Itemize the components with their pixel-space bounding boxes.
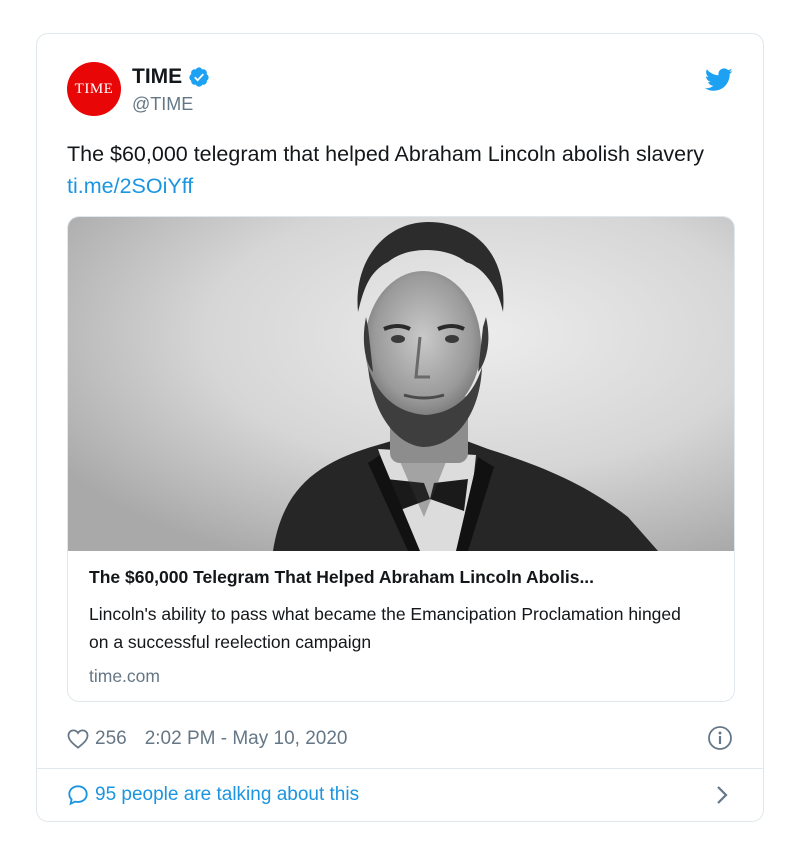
talking-about-text: 95 people are talking about this [95, 784, 360, 805]
avatar-logo-text: TIME [74, 80, 114, 97]
tweet-meta: 256 2:02 PM - May 10, 2020 [67, 724, 733, 754]
info-icon[interactable] [707, 725, 733, 751]
author-block: TIME @TIME [132, 65, 210, 115]
lincoln-portrait-image [68, 217, 734, 551]
link-card-body: The $60,000 Telegram That Helped Abraham… [89, 567, 714, 687]
name-row: TIME [132, 65, 210, 89]
link-card-domain: time.com [89, 666, 160, 686]
twitter-bird-icon[interactable] [705, 68, 733, 92]
reply-bubble-icon [68, 785, 88, 806]
tweet-header: TIME TIME @TIME [67, 62, 733, 118]
link-preview-card[interactable]: The $60,000 Telegram That Helped Abraham… [67, 216, 735, 702]
heart-icon[interactable] [67, 729, 89, 749]
verified-badge-icon [189, 67, 209, 87]
tweet-link[interactable]: ti.me/2SOiYff [67, 174, 193, 198]
like-count[interactable]: 256 [95, 728, 127, 750]
link-card-title: The $60,000 Telegram That Helped Abraham… [89, 567, 595, 587]
conversation-footer[interactable]: 95 people are talking about this [67, 780, 733, 810]
link-card-description: Lincoln's ability to pass what became th… [89, 604, 681, 652]
tweet-text: The $60,000 telegram that helped Abraham… [67, 138, 727, 202]
avatar[interactable]: TIME [67, 62, 121, 116]
author-name[interactable]: TIME [132, 65, 182, 89]
chevron-right-icon [717, 786, 728, 804]
tweet-card: TIME TIME @TIME The $60,000 telegram tha… [36, 33, 764, 822]
tweet-body: The $60,000 telegram that helped Abraham… [67, 142, 705, 166]
divider [37, 768, 763, 769]
tweet-timestamp[interactable]: 2:02 PM - May 10, 2020 [145, 728, 348, 750]
author-handle[interactable]: @TIME [132, 94, 210, 115]
